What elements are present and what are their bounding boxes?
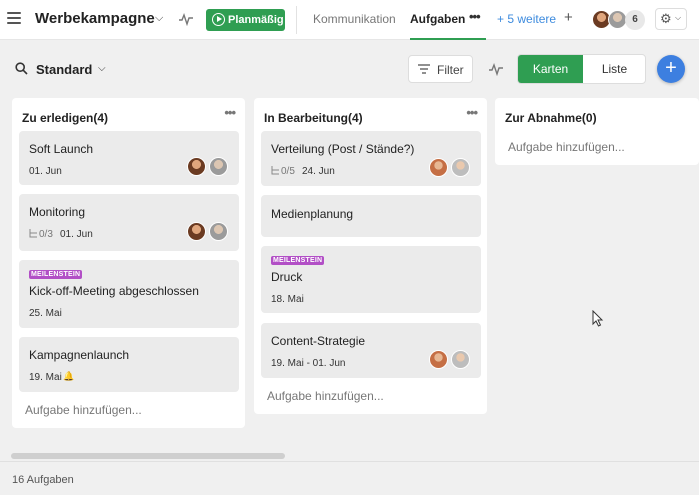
tab-aufgaben[interactable]: Aufgaben [410, 12, 465, 26]
chevron-down-icon: ⌵ [675, 13, 682, 22]
tab-kommunikation[interactable]: Kommunikation [313, 12, 396, 26]
assignee-avatar[interactable] [209, 157, 228, 176]
assignee-avatar[interactable] [429, 158, 448, 177]
column-title: Zur Abnahme(0) [505, 111, 597, 125]
subtask-count: 0/3 [39, 229, 53, 240]
active-tab-indicator [410, 38, 486, 40]
card-date: 19. Mai - 01. Jun [271, 358, 346, 369]
card-title: Kick-off-Meeting abgeschlossen [29, 284, 199, 298]
milestone-badge: MEILENSTEIN [271, 256, 325, 265]
board-column: Zur Abnahme(0) Aufgabe hinzufügen... [495, 98, 699, 165]
task-card[interactable]: Medienplanung [261, 195, 481, 237]
view-toggle: Karten Liste [517, 54, 646, 84]
play-icon [212, 13, 225, 26]
cards-view-button[interactable]: Karten [518, 55, 583, 83]
card-date: 24. Jun [302, 166, 335, 177]
member-count-badge[interactable]: 6 [625, 10, 645, 30]
add-button[interactable]: + [657, 55, 685, 83]
gear-icon: ⚙ [660, 11, 672, 26]
task-card[interactable]: MEILENSTEIN Kick-off-Meeting abgeschloss… [19, 260, 239, 328]
board-column: Zu erledigen(4) ••• Soft Launch 01. Jun … [12, 98, 245, 428]
subtask-count: 0/5 [281, 166, 295, 177]
filter-button[interactable]: Filter [408, 55, 473, 83]
assignee-avatar[interactable] [209, 222, 228, 241]
card-date: 25. Mai [29, 308, 62, 319]
status-label: Planmäßig [228, 14, 284, 26]
filter-label: Filter [437, 63, 464, 77]
column-title: Zu erledigen(4) [22, 111, 109, 125]
assignee-avatar[interactable] [187, 222, 206, 241]
search-icon[interactable] [15, 62, 28, 75]
card-date: 01. Jun [60, 229, 93, 240]
tab-options-icon[interactable]: ••• [469, 9, 481, 24]
subtask-icon [29, 229, 37, 238]
top-bar: Werbekampagne ⌵ Planmäßig Kommunikation … [0, 0, 699, 40]
assignee-avatar[interactable] [429, 350, 448, 369]
assignee-avatar[interactable] [451, 158, 470, 177]
assignee-avatar[interactable] [187, 157, 206, 176]
mouse-cursor-icon [592, 310, 604, 327]
chevron-down-icon[interactable]: ⌵ [98, 63, 106, 74]
task-card[interactable]: MEILENSTEIN Druck 18. Mai [261, 246, 481, 313]
chevron-down-icon[interactable]: ⌵ [155, 12, 163, 25]
menu-icon[interactable] [7, 12, 21, 24]
divider [0, 461, 699, 462]
column-title: In Bearbeitung(4) [264, 111, 363, 125]
task-card[interactable]: Content-Strategie 19. Mai - 01. Jun [261, 323, 481, 378]
card-title: Soft Launch [29, 142, 94, 156]
card-date: 01. Jun [29, 166, 62, 177]
card-title: Medienplanung [271, 207, 354, 221]
assignee-avatar[interactable] [451, 350, 470, 369]
card-date: 19. Mai [29, 372, 62, 383]
more-tabs-link[interactable]: + 5 weitere [497, 12, 556, 26]
activity-icon[interactable] [489, 62, 503, 76]
list-view-button[interactable]: Liste [583, 55, 645, 83]
status-button[interactable]: Planmäßig [206, 9, 285, 31]
add-tab-icon[interactable]: + [564, 9, 573, 26]
reminder-bell-icon: 🔔 [63, 371, 75, 381]
column-menu-icon[interactable]: ••• [224, 105, 236, 120]
column-menu-icon[interactable]: ••• [466, 105, 478, 120]
settings-button[interactable]: ⚙ ⌵ [655, 8, 687, 30]
card-title: Monitoring [29, 205, 86, 219]
milestone-badge: MEILENSTEIN [29, 270, 83, 279]
view-selector[interactable]: Standard [36, 62, 92, 77]
activity-icon[interactable] [179, 12, 193, 26]
add-task-link[interactable]: Aufgabe hinzufügen... [25, 403, 142, 417]
task-card[interactable]: Kampagnenlaunch 19. Mai 🔔 [19, 337, 239, 392]
task-card[interactable]: Soft Launch 01. Jun [19, 131, 239, 185]
card-title: Verteilung (Post / Stände?) [271, 142, 415, 156]
task-card[interactable]: Verteilung (Post / Stände?) 0/5 24. Jun [261, 131, 481, 186]
filter-icon [418, 64, 430, 74]
task-card[interactable]: Monitoring 0/3 01. Jun [19, 194, 239, 251]
card-title: Content-Strategie [271, 334, 366, 348]
add-task-link[interactable]: Aufgabe hinzufügen... [508, 140, 625, 154]
add-task-link[interactable]: Aufgabe hinzufügen... [267, 389, 384, 403]
card-title: Druck [271, 270, 303, 284]
card-date: 18. Mai [271, 294, 304, 305]
project-title[interactable]: Werbekampagne [35, 10, 155, 27]
divider [296, 6, 297, 34]
subtask-icon [271, 166, 279, 175]
board-column: In Bearbeitung(4) ••• Verteilung (Post /… [254, 98, 487, 414]
task-count: 16 Aufgaben [12, 474, 74, 486]
card-title: Kampagnenlaunch [29, 348, 130, 362]
horizontal-scrollbar[interactable] [11, 453, 285, 459]
